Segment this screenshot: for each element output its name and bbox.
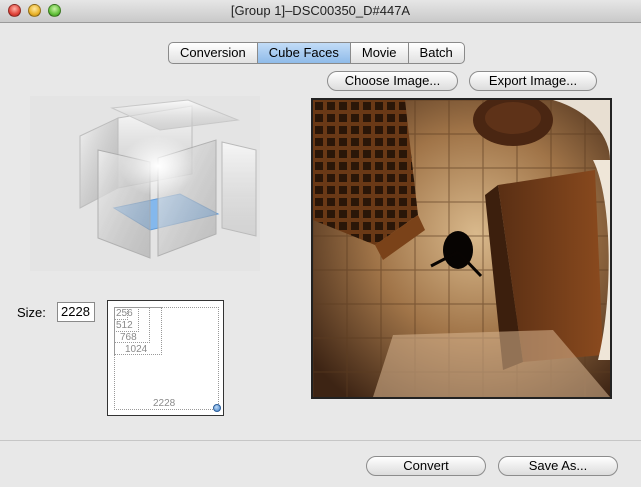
- choose-image-button[interactable]: Choose Image...: [327, 71, 458, 91]
- bottom-separator: [0, 440, 641, 441]
- cube-faces-icon: [30, 96, 260, 271]
- save-as-button[interactable]: Save As...: [498, 456, 618, 476]
- bathroom-photo-image: [313, 100, 610, 397]
- tab-batch[interactable]: Batch: [409, 43, 464, 63]
- tab-conversion[interactable]: Conversion: [169, 43, 258, 63]
- preview-label-1024: 1024: [125, 344, 148, 355]
- preview-label-768: 768: [120, 332, 137, 343]
- cube-face-image: [311, 98, 612, 399]
- size-preview-box[interactable]: 256 512 768 1024 2228: [107, 300, 224, 416]
- size-field[interactable]: 2228: [57, 302, 95, 322]
- convert-button[interactable]: Convert: [366, 456, 486, 476]
- tab-bar: Conversion Cube Faces Movie Batch: [168, 42, 465, 64]
- preview-label-512: 512: [116, 320, 133, 331]
- tab-movie[interactable]: Movie: [351, 43, 409, 63]
- size-label: Size:: [17, 305, 46, 320]
- preview-label-2228: 2228: [153, 398, 176, 409]
- export-image-button[interactable]: Export Image...: [469, 71, 597, 91]
- resize-handle-icon[interactable]: [213, 404, 221, 412]
- tab-cube-faces[interactable]: Cube Faces: [257, 43, 351, 63]
- preview-label-256: 256: [116, 308, 133, 319]
- window-title: [Group 1]–DSC00350_D#447A: [230, 3, 411, 18]
